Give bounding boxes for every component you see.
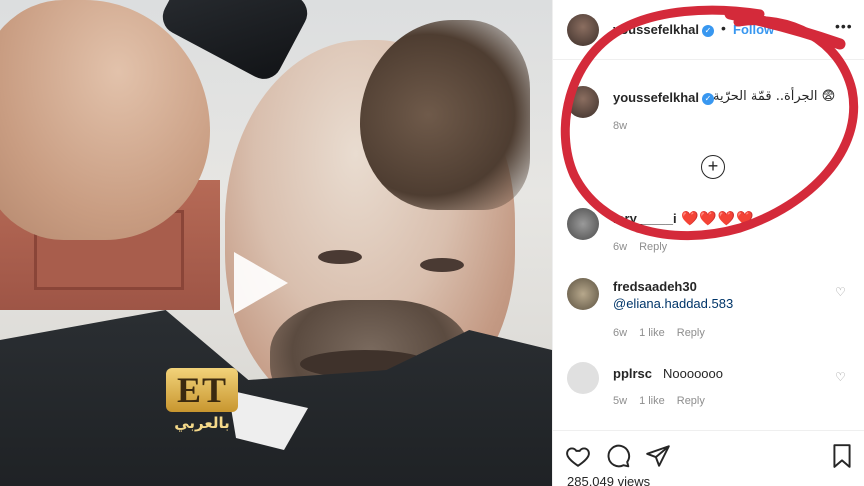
more-options-icon[interactable]: ••• bbox=[835, 18, 853, 34]
comment-avatar[interactable] bbox=[567, 362, 599, 394]
comment-meta: 6w Reply bbox=[613, 241, 667, 253]
comment-time: 5w bbox=[613, 395, 628, 407]
et-logo-text: ET bbox=[166, 368, 238, 412]
person-left-eye bbox=[318, 250, 362, 264]
caption-username-row[interactable]: youssefelkhal ✓ bbox=[613, 90, 714, 105]
share-icon[interactable] bbox=[645, 443, 671, 469]
reply-link[interactable]: Reply bbox=[677, 395, 705, 407]
post-sidebar: youssefelkhal ✓ • Follow ••• youssefelkha… bbox=[552, 0, 864, 486]
comment-meta: 6w 1 like Reply bbox=[613, 327, 705, 339]
verified-badge-icon: ✓ bbox=[702, 24, 714, 37]
comment-avatar[interactable] bbox=[567, 278, 599, 310]
play-icon[interactable] bbox=[230, 250, 290, 316]
comment-likes[interactable]: 1 like bbox=[639, 327, 665, 339]
header-username-row[interactable]: youssefelkhal ✓ bbox=[613, 22, 714, 37]
comment-username[interactable]: lory_____i bbox=[613, 211, 677, 226]
caption-text: الجرأة.. قمّة الحرّية 😨 bbox=[713, 89, 836, 104]
caption-time: 8w bbox=[613, 120, 628, 132]
comment-meta: 5w 1 like Reply bbox=[613, 395, 705, 407]
reply-link[interactable]: Reply bbox=[677, 327, 705, 339]
person-right-eye bbox=[420, 258, 464, 272]
plus-circle-icon[interactable]: + bbox=[701, 155, 725, 179]
reply-link[interactable]: Reply bbox=[639, 241, 667, 253]
bookmark-icon[interactable] bbox=[829, 443, 855, 469]
et-arabic-watermark-logo: ET بالعربي bbox=[166, 368, 238, 438]
comment-time: 6w bbox=[613, 327, 628, 339]
comment-like-heart-icon[interactable]: ♡ bbox=[835, 371, 847, 383]
post-header: youssefelkhal ✓ • Follow ••• bbox=[553, 0, 864, 60]
caption-username[interactable]: youssefelkhal bbox=[613, 90, 699, 105]
heart-icon[interactable] bbox=[565, 443, 591, 469]
et-logo-arabic-text: بالعربي bbox=[174, 414, 230, 432]
comment-icon[interactable] bbox=[605, 443, 631, 469]
comment-like-heart-icon[interactable]: ♡ bbox=[835, 286, 847, 298]
header-username[interactable]: youssefelkhal bbox=[613, 22, 699, 37]
author-avatar[interactable] bbox=[567, 14, 599, 46]
caption-avatar[interactable] bbox=[567, 86, 599, 118]
follow-button[interactable]: Follow bbox=[733, 22, 774, 37]
comment-mention-link[interactable]: @eliana.haddad.583 bbox=[613, 296, 733, 311]
comment-avatar[interactable] bbox=[567, 208, 599, 240]
comment-likes[interactable]: 1 like bbox=[639, 395, 665, 407]
views-count: 285,049 views bbox=[567, 474, 651, 486]
comment-time: 6w bbox=[613, 241, 628, 253]
comment-username[interactable]: fredsaadeh30 bbox=[613, 279, 697, 294]
comment-username[interactable]: pplrsc bbox=[613, 366, 652, 381]
comment-text: Nooooooo bbox=[663, 366, 723, 381]
comment-text: ❤️❤️❤️❤️ bbox=[681, 210, 755, 226]
header-separator: • bbox=[721, 20, 727, 36]
video-player[interactable]: ET بالعربي bbox=[0, 0, 552, 486]
